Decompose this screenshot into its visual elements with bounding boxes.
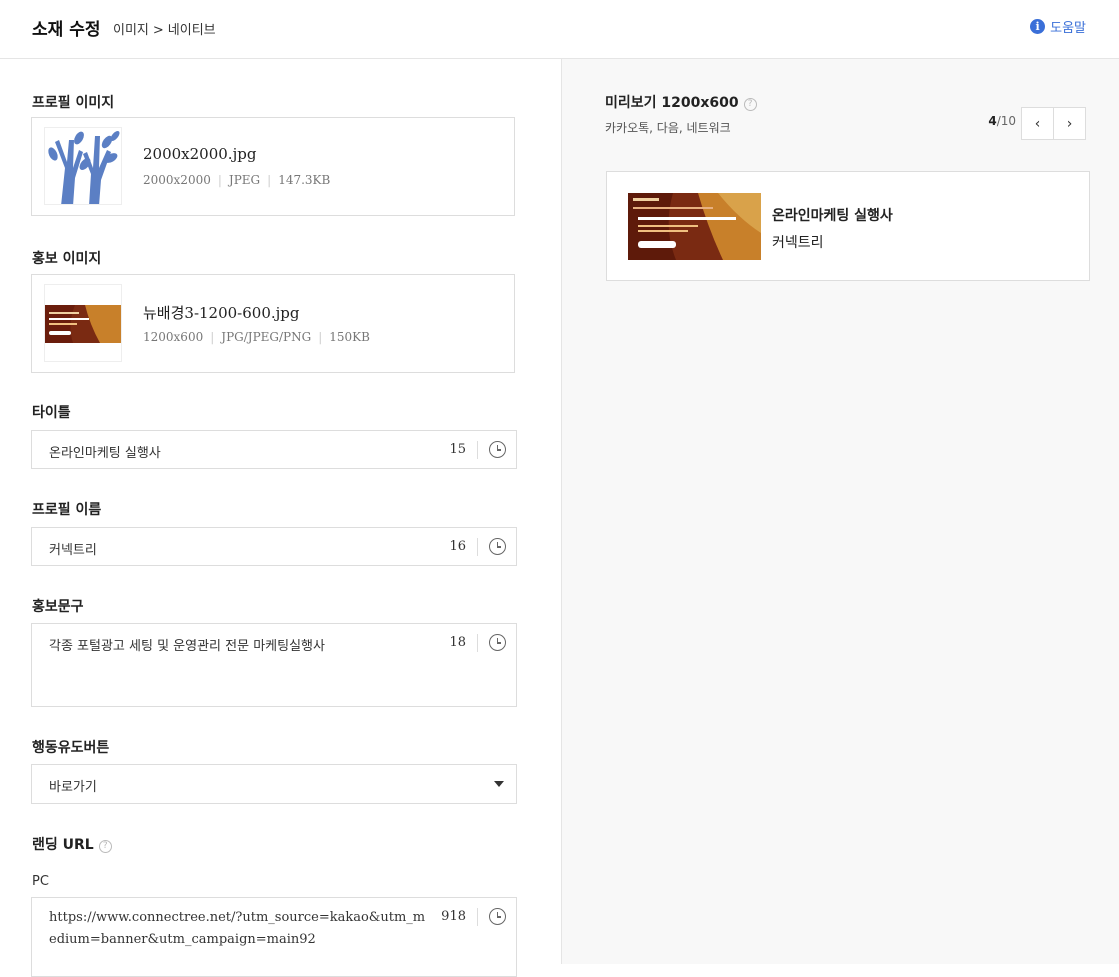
- preview-title: 미리보기 1200x600?: [605, 92, 757, 112]
- preview-card-profile-name: 커넥트리: [772, 235, 824, 251]
- breadcrumb-item-image[interactable]: 이미지: [113, 23, 149, 38]
- title-label: 타이틀: [32, 405, 71, 421]
- cta-selected-value: 바로가기: [49, 780, 97, 795]
- profile-image-meta: 2000x2000 | JPEG | 147.3KB: [143, 173, 331, 187]
- landing-url-label-text: 랜딩 URL: [32, 837, 94, 853]
- promo-image-filename: 뉴배경3-1200-600.jpg: [143, 304, 300, 322]
- breadcrumb-separator: >: [152, 23, 164, 38]
- promo-banner-image: [628, 193, 761, 260]
- caret-down-icon: [494, 781, 504, 787]
- promo-text-char-count: 18: [449, 635, 466, 650]
- page-header: 소재 수정 이미지 > 네이티브 i 도움말: [0, 0, 1119, 59]
- help-link[interactable]: i 도움말: [1030, 17, 1086, 36]
- clock-icon[interactable]: [489, 634, 506, 651]
- profile-image-thumbnail: [44, 127, 122, 205]
- landing-url-char-count: 918: [441, 909, 466, 924]
- preview-panel: 미리보기 1200x600? 카카오톡, 다음, 네트워크 4/10 ‹ › 온…: [561, 59, 1119, 964]
- profile-name-char-count: 16: [449, 539, 466, 554]
- clock-icon[interactable]: [489, 538, 506, 555]
- tree-logo-icon: [48, 131, 120, 204]
- help-label: 도움말: [1050, 21, 1086, 36]
- preview-card: 온라인마케팅 실행사 커넥트리: [606, 171, 1090, 281]
- cta-label: 행동유도버튼: [32, 740, 110, 756]
- next-button[interactable]: ›: [1053, 107, 1086, 140]
- promo-text-textarea[interactable]: 각종 포털광고 세팅 및 운영관리 전문 마케팅실행사 18: [31, 623, 517, 707]
- title-value: 온라인마케팅 실행사: [49, 446, 161, 461]
- profile-image-dimensions: 2000x2000: [143, 173, 211, 187]
- profile-name-input[interactable]: 커넥트리 16: [31, 527, 517, 566]
- preview-pagination: 4/10: [988, 114, 1016, 128]
- question-mark-icon[interactable]: ?: [98, 839, 112, 853]
- breadcrumb-item-native[interactable]: 네이티브: [168, 23, 216, 38]
- promo-image-size: 150KB: [329, 330, 370, 344]
- preview-title-text: 미리보기 1200x600: [605, 95, 739, 111]
- cta-select[interactable]: 바로가기: [31, 764, 517, 804]
- promo-image-dimensions: 1200x600: [143, 330, 204, 344]
- edit-form-panel: 프로필 이미지 2000x2000.jpg 2000x2000 | JPEG | 147…: [0, 59, 561, 977]
- title-char-count: 15: [449, 442, 466, 457]
- profile-image-size: 147.3KB: [278, 173, 331, 187]
- promo-text-value: 각종 포털광고 세팅 및 운영관리 전문 마케팅실행사: [49, 639, 325, 654]
- profile-name-label: 프로필 이름: [32, 502, 102, 518]
- profile-image-box[interactable]: 2000x2000.jpg 2000x2000 | JPEG | 147.3KB: [31, 117, 515, 216]
- profile-image-format: JPEG: [228, 173, 261, 187]
- question-mark-icon[interactable]: ?: [743, 97, 757, 111]
- preview-card-title: 온라인마케팅 실행사: [772, 208, 893, 224]
- breadcrumb: 이미지 > 네이티브: [113, 19, 216, 38]
- profile-image-label: 프로필 이미지: [32, 95, 115, 111]
- preview-subtitle: 카카오톡, 다음, 네트워크: [605, 121, 731, 135]
- chevron-left-icon: ‹: [1034, 115, 1041, 132]
- page-title: 소재 수정: [32, 20, 101, 40]
- promo-image-thumbnail: [44, 284, 122, 362]
- promo-banner-thumbnail: [45, 305, 121, 343]
- promo-image-box[interactable]: 뉴배경3-1200-600.jpg 1200x600 | JPG/JPEG/PNG |…: [31, 274, 515, 373]
- profile-image-filename: 2000x2000.jpg: [143, 145, 257, 163]
- clock-icon[interactable]: [489, 908, 506, 925]
- pc-label: PC: [32, 874, 49, 889]
- landing-url-pc-input[interactable]: https://www.connectree.net/?utm_source=k…: [31, 897, 517, 977]
- preview-page-current: 4: [988, 114, 997, 128]
- info-icon: i: [1030, 19, 1046, 34]
- promo-text-label: 홍보문구: [32, 599, 84, 615]
- preview-page-total: /10: [996, 114, 1016, 128]
- chevron-right-icon: ›: [1066, 115, 1073, 132]
- preview-card-image: [628, 193, 761, 260]
- title-input[interactable]: 온라인마케팅 실행사 15: [31, 430, 517, 469]
- profile-name-value: 커넥트리: [49, 543, 97, 558]
- promo-image-format: JPG/JPEG/PNG: [221, 330, 312, 344]
- prev-button[interactable]: ‹: [1021, 107, 1054, 140]
- landing-url-label: 랜딩 URL?: [32, 834, 112, 854]
- landing-url-value: https://www.connectree.net/?utm_source=k…: [49, 910, 426, 947]
- clock-icon[interactable]: [489, 441, 506, 458]
- promo-image-meta: 1200x600 | JPG/JPEG/PNG | 150KB: [143, 330, 370, 344]
- promo-image-label: 홍보 이미지: [32, 251, 102, 267]
